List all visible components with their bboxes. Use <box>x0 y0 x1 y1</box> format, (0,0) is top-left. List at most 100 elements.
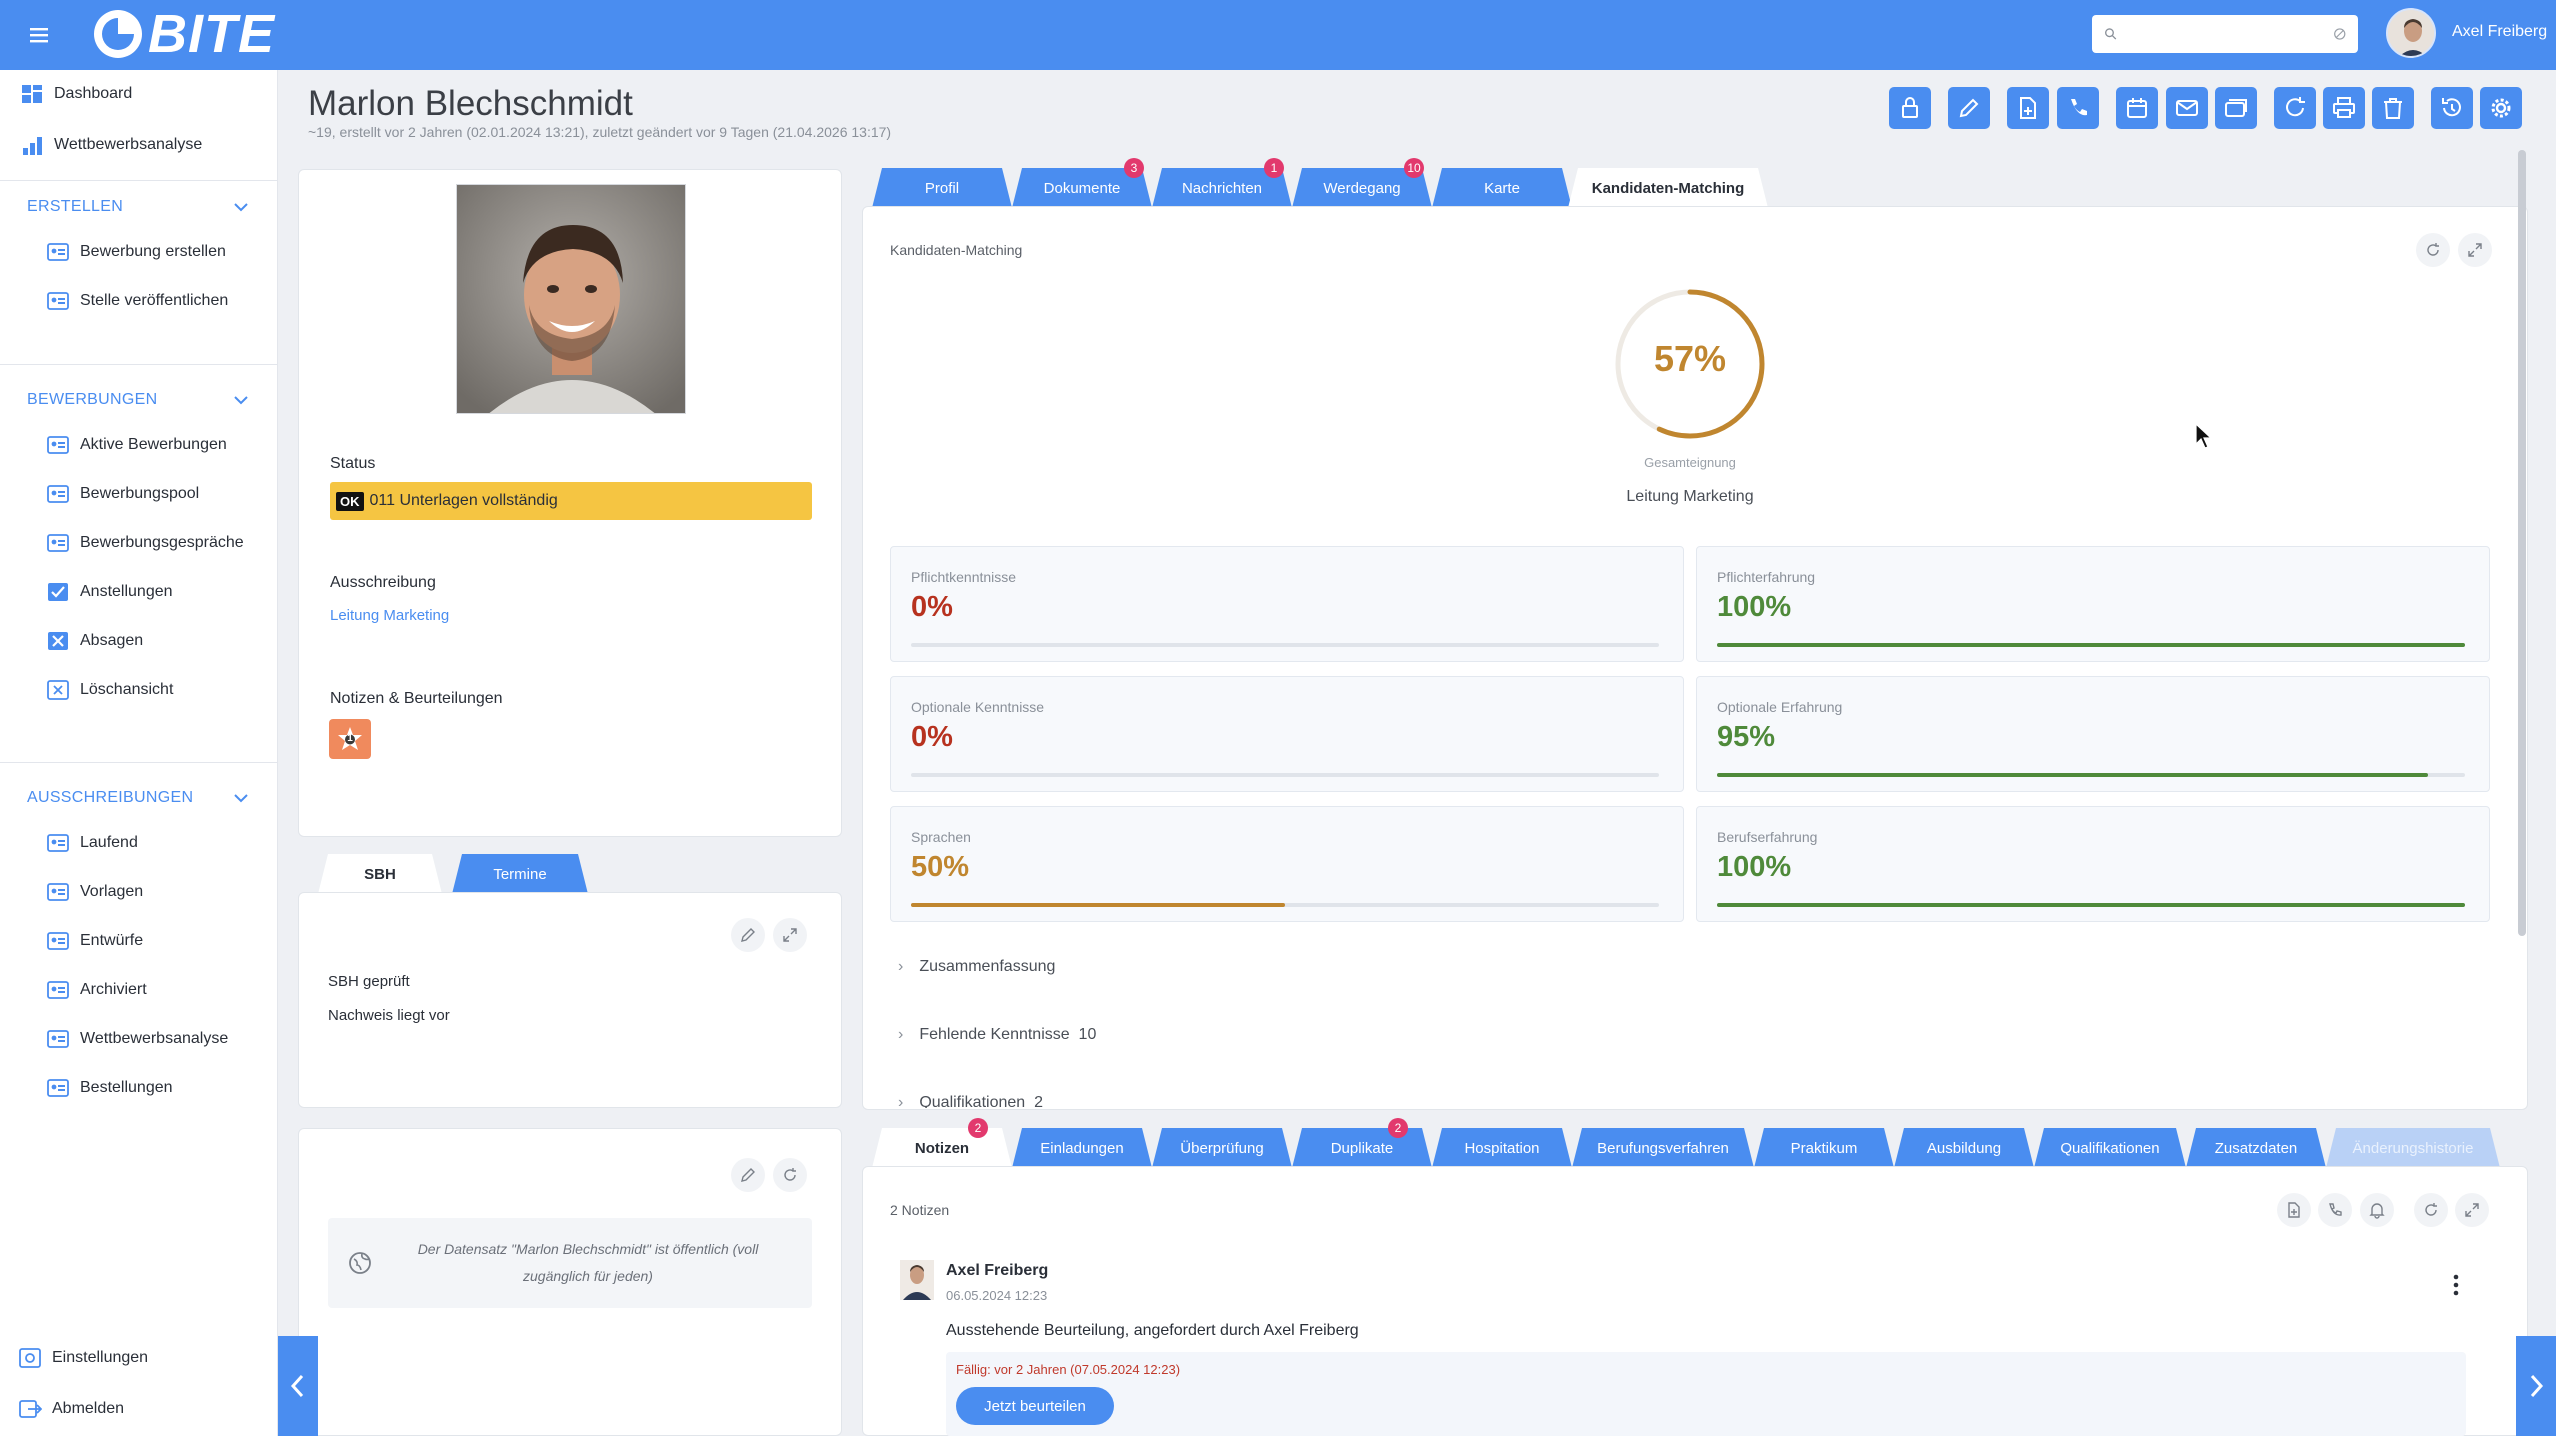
accordion-zusammenfassung[interactable]: › Zusammenfassung <box>898 958 1055 976</box>
sidebar-item-absagen[interactable]: Absagen <box>0 621 278 661</box>
tab-termine[interactable]: Termine <box>452 854 588 894</box>
jetzt-beurteilen-button[interactable]: Jetzt beurteilen <box>956 1387 1114 1425</box>
section-bewerbungen[interactable]: BEWERBUNGEN <box>27 391 249 409</box>
user-name[interactable]: Axel Freiberg <box>2452 23 2547 41</box>
mail-stack-button[interactable] <box>2215 87 2257 129</box>
tab-ausbildung[interactable]: Ausbildung <box>1894 1128 2034 1168</box>
add-document-button[interactable] <box>2277 1193 2311 1227</box>
phone-button[interactable] <box>2318 1193 2352 1227</box>
refresh-button[interactable] <box>773 1158 807 1192</box>
box-icon <box>47 534 69 552</box>
x-icon <box>48 632 68 650</box>
lock-button[interactable] <box>1889 87 1931 129</box>
tab-qualifikationen[interactable]: Qualifikationen <box>2034 1128 2186 1168</box>
logo[interactable]: BITE <box>92 4 276 64</box>
gear-button[interactable] <box>2480 87 2522 129</box>
phone-button[interactable] <box>2057 87 2099 129</box>
pencil-button[interactable] <box>1948 87 1990 129</box>
sidebar-item-löschansicht[interactable]: Löschansicht <box>0 670 278 710</box>
refresh-button[interactable] <box>2414 1193 2448 1227</box>
bell-button[interactable] <box>2360 1193 2394 1227</box>
chevron-down-icon <box>234 794 248 803</box>
trash-button[interactable] <box>2372 87 2414 129</box>
menu-icon[interactable] <box>24 20 56 50</box>
sidebar-item-anstellungen[interactable]: Anstellungen <box>0 572 278 612</box>
accordion-count: 2 <box>1034 1094 1043 1108</box>
section-erstellen[interactable]: ERSTELLEN <box>27 198 249 216</box>
xo-icon <box>47 680 69 700</box>
logo-text: BITE <box>148 4 276 64</box>
box-icon <box>47 981 69 999</box>
sidebar-item-aktive-bewerbungen[interactable]: Aktive Bewerbungen <box>0 425 278 465</box>
status-badge[interactable]: OK 011 Unterlagen vollständig <box>330 482 812 520</box>
prev-record-button[interactable] <box>278 1336 318 1436</box>
edit-button[interactable] <box>731 1158 765 1192</box>
sidebar-item-dashboard[interactable]: Dashboard <box>0 74 278 114</box>
refresh-button[interactable] <box>2416 233 2450 267</box>
tab-berufungsverfahren[interactable]: Berufungsverfahren <box>1572 1128 1754 1168</box>
ausschreibung-link[interactable]: Leitung Marketing <box>330 607 449 624</box>
metric-progress-track <box>1717 773 2465 777</box>
sidebar-item-bewerbung-erstellen[interactable]: Bewerbung erstellen <box>0 232 278 272</box>
calendar-button[interactable] <box>2116 87 2158 129</box>
tab-änderungshistorie[interactable]: Änderungshistorie <box>2326 1128 2500 1168</box>
edit-button[interactable] <box>731 918 765 952</box>
print-button[interactable] <box>2323 87 2365 129</box>
more-options-icon[interactable] <box>2446 1272 2466 1298</box>
next-record-button[interactable] <box>2516 1336 2556 1436</box>
sidebar-item-bewerbungsgespräche[interactable]: Bewerbungsgespräche <box>0 523 278 563</box>
sidebar-item-stelle-veröffentlichen[interactable]: Stelle veröffentlichen <box>0 281 278 321</box>
sidebar: Dashboard Wettbewerbsanalyse ERSTELLEN B… <box>0 70 278 1436</box>
search-input[interactable] <box>2125 25 2333 43</box>
section-ausschreibungen[interactable]: AUSSCHREIBUNGEN <box>27 789 249 807</box>
sidebar-item-label: Laufend <box>80 834 138 851</box>
add-document-icon <box>2020 97 2036 119</box>
tab-duplikate[interactable]: Duplikate <box>1292 1128 1432 1168</box>
search-box[interactable] <box>2092 15 2358 53</box>
tab-zusatzdaten[interactable]: Zusatzdaten <box>2186 1128 2326 1168</box>
add-document-button[interactable] <box>2007 87 2049 129</box>
tab-notizen[interactable]: Notizen <box>872 1128 1012 1168</box>
expand-button[interactable] <box>773 918 807 952</box>
metric-label: Optionale Kenntnisse <box>911 699 1045 715</box>
mail-button[interactable] <box>2166 87 2208 129</box>
tab-sbh[interactable]: SBH <box>318 854 442 894</box>
metric-progress-fill <box>1717 903 2465 907</box>
tab-überprüfung[interactable]: Überprüfung <box>1152 1128 1292 1168</box>
tab-profil[interactable]: Profil <box>872 168 1012 208</box>
tab-karte[interactable]: Karte <box>1432 168 1572 208</box>
tab-praktikum[interactable]: Praktikum <box>1754 1128 1894 1168</box>
expand-button[interactable] <box>2458 233 2492 267</box>
sidebar-item-wettbewerbsanalyse[interactable]: Wettbewerbsanalyse <box>0 125 278 165</box>
scrollbar[interactable] <box>2518 150 2526 936</box>
status-value: 011 Unterlagen vollständig <box>369 492 558 509</box>
history-button[interactable] <box>2431 87 2473 129</box>
sidebar-item-label: Bestellungen <box>80 1079 173 1096</box>
expand-button[interactable] <box>2455 1193 2489 1227</box>
clear-icon[interactable] <box>2333 26 2347 42</box>
tab-label: Praktikum <box>1790 1139 1858 1157</box>
sidebar-item-label: Entwürfe <box>80 932 144 949</box>
tab-einladungen[interactable]: Einladungen <box>1012 1128 1152 1168</box>
sidebar-item-abmelden[interactable]: Abmelden <box>0 1389 278 1429</box>
user-avatar[interactable] <box>2386 8 2436 58</box>
notizen-button[interactable]: 1 <box>329 719 371 759</box>
sidebar-item-archiviert[interactable]: Archiviert <box>0 970 278 1010</box>
bar-chart-icon <box>23 137 42 155</box>
accordion-fehlende-kenntnisse[interactable]: › Fehlende Kenntnisse 10 <box>898 1026 1096 1044</box>
tab-kandidaten-matching[interactable]: Kandidaten-Matching <box>1568 168 1768 208</box>
tab-label: Änderungshistorie <box>2352 1139 2474 1157</box>
accordion-qualifikationen[interactable]: › Qualifikationen 2 <box>898 1094 1043 1108</box>
sbh-title: SBH geprüft <box>328 973 410 990</box>
sidebar-item-vorlagen[interactable]: Vorlagen <box>0 872 278 912</box>
sidebar-item-laufend[interactable]: Laufend <box>0 823 278 863</box>
tab-hospitation[interactable]: Hospitation <box>1432 1128 1572 1168</box>
sidebar-item-bestellungen[interactable]: Bestellungen <box>0 1068 278 1108</box>
candidate-photo[interactable] <box>456 184 686 414</box>
sidebar-item-wettbewerbsanalyse[interactable]: Wettbewerbsanalyse <box>0 1019 278 1059</box>
sidebar-item-einstellungen[interactable]: Einstellungen <box>0 1338 278 1378</box>
sidebar-item-bewerbungspool[interactable]: Bewerbungspool <box>0 474 278 514</box>
refresh-button[interactable] <box>2274 87 2316 129</box>
sidebar-item-entwürfe[interactable]: Entwürfe <box>0 921 278 961</box>
notizen-label: Notizen & Beurteilungen <box>330 690 503 707</box>
